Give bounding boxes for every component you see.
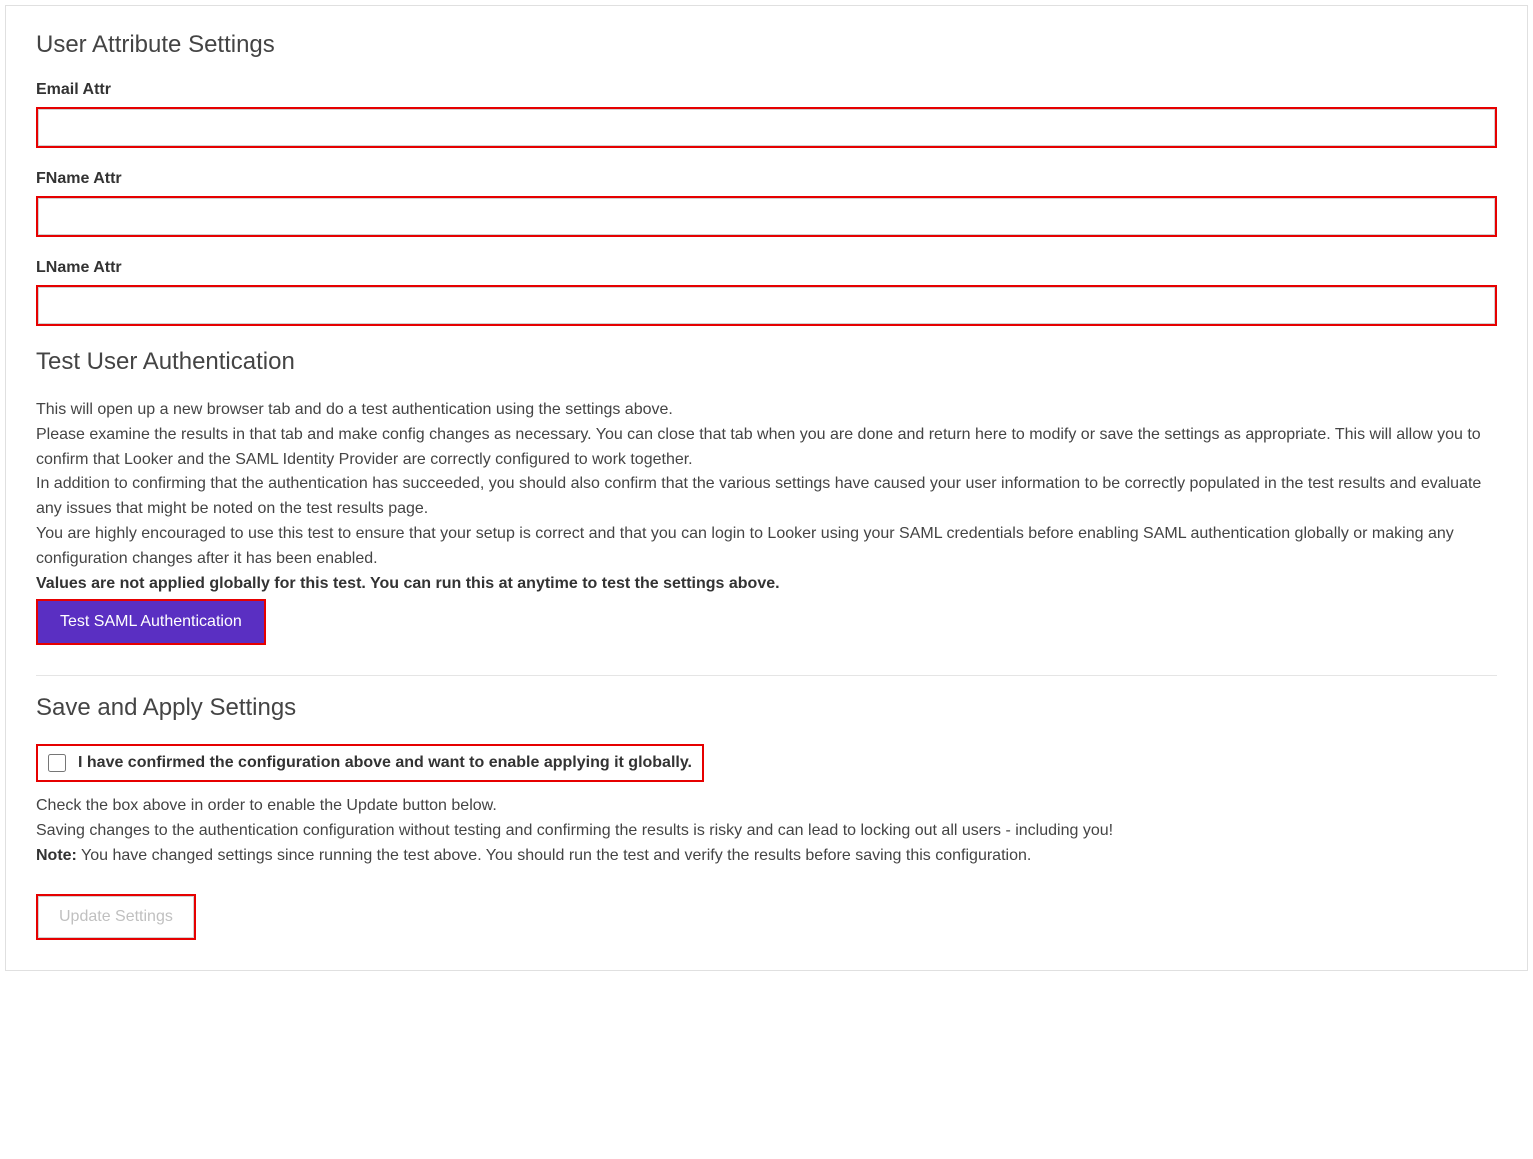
test-auth-p5: Values are not applied globally for this… (36, 572, 1497, 597)
test-saml-highlight: Test SAML Authentication (36, 599, 266, 645)
confirm-checkbox[interactable] (48, 754, 66, 772)
save-hints: Check the box above in order to enable t… (36, 794, 1497, 868)
test-auth-p4: You are highly encouraged to use this te… (36, 522, 1497, 572)
update-settings-highlight: Update Settings (36, 894, 196, 940)
save-note-text: You have changed settings since running … (77, 847, 1031, 864)
test-auth-description: This will open up a new browser tab and … (36, 398, 1497, 596)
test-auth-heading: Test User Authentication (36, 348, 1497, 376)
email-attr-input[interactable] (38, 109, 1495, 146)
update-settings-button: Update Settings (38, 896, 194, 938)
test-saml-button[interactable]: Test SAML Authentication (38, 601, 264, 643)
fname-attr-highlight (36, 196, 1497, 237)
email-attr-group: Email Attr (36, 81, 1497, 148)
test-auth-p3: In addition to confirming that the authe… (36, 472, 1497, 522)
save-hint-2: Saving changes to the authentication con… (36, 819, 1497, 844)
lname-attr-label: LName Attr (36, 259, 1497, 277)
email-attr-label: Email Attr (36, 81, 1497, 99)
lname-attr-group: LName Attr (36, 259, 1497, 326)
lname-attr-input[interactable] (38, 287, 1495, 324)
lname-attr-highlight (36, 285, 1497, 326)
email-attr-highlight (36, 107, 1497, 148)
settings-panel: User Attribute Settings Email Attr FName… (5, 5, 1528, 971)
test-auth-p1: This will open up a new browser tab and … (36, 398, 1497, 423)
fname-attr-input[interactable] (38, 198, 1495, 235)
confirm-label[interactable]: I have confirmed the configuration above… (78, 754, 692, 772)
section-divider (36, 675, 1497, 676)
test-auth-p2: Please examine the results in that tab a… (36, 423, 1497, 473)
fname-attr-label: FName Attr (36, 170, 1497, 188)
save-note-prefix: Note: (36, 847, 77, 864)
save-hint-1: Check the box above in order to enable t… (36, 794, 1497, 819)
user-attribute-heading: User Attribute Settings (36, 31, 1497, 59)
fname-attr-group: FName Attr (36, 170, 1497, 237)
save-note-line: Note: You have changed settings since ru… (36, 844, 1497, 869)
confirm-highlight: I have confirmed the configuration above… (36, 744, 704, 782)
save-apply-heading: Save and Apply Settings (36, 694, 1497, 722)
